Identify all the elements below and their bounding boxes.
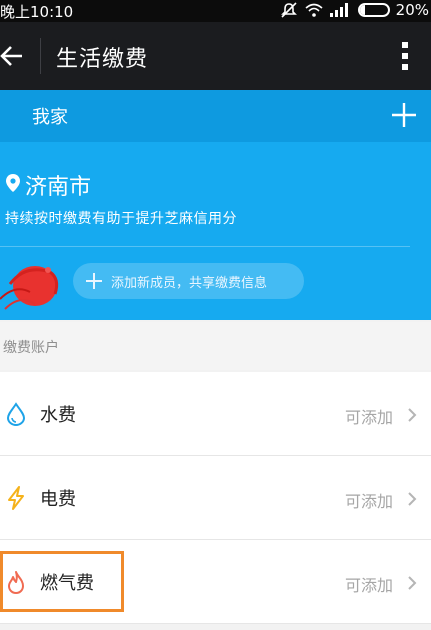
account-row-electric[interactable]: 电费 可添加 — [0, 456, 431, 540]
account-action[interactable]: 可添加 — [345, 404, 393, 428]
add-member-button[interactable]: 添加新成员，共享缴费信息 — [73, 263, 304, 299]
section-label: 缴费账户 — [0, 322, 431, 370]
flame-icon — [8, 571, 24, 594]
toolbar-divider — [40, 38, 41, 74]
page-title: 生活缴费 — [56, 47, 149, 72]
plus-icon — [86, 273, 102, 289]
status-time: 晚上10:10 — [0, 3, 74, 21]
home-header: 我家 — [0, 90, 431, 142]
account-label: 水费 — [40, 405, 76, 426]
chevron-right-icon — [408, 492, 417, 506]
mute-icon — [280, 2, 297, 18]
wifi-icon — [305, 3, 323, 17]
status-bar: 晚上10:10 20% — [0, 0, 431, 22]
vertical-dots-icon[interactable] — [401, 40, 409, 72]
account-label: 电费 — [40, 489, 76, 510]
chevron-right-icon — [408, 408, 417, 422]
arrow-left-icon[interactable] — [0, 40, 26, 72]
account-label: 燃气费 — [40, 573, 94, 594]
lightning-icon — [8, 486, 24, 510]
status-icons: 20% — [280, 1, 429, 19]
battery-icon — [357, 3, 390, 17]
account-list: 水费 可添加 电费 可添加 燃气费 可添加 — [0, 372, 431, 624]
account-action[interactable]: 可添加 — [345, 488, 393, 512]
battery-percent: 20% — [395, 1, 429, 19]
plus-icon[interactable] — [391, 102, 417, 128]
home-name[interactable]: 我家 — [32, 103, 68, 129]
account-action[interactable]: 可添加 — [345, 572, 393, 596]
city-name[interactable]: 济南市 — [25, 169, 91, 201]
signal-icon — [329, 3, 348, 17]
avatar[interactable] — [0, 254, 70, 316]
water-drop-icon — [6, 402, 26, 426]
account-row-gas[interactable]: 燃气费 可添加 — [0, 540, 431, 624]
account-row-water[interactable]: 水费 可添加 — [0, 372, 431, 456]
city-card: 济南市 持续按时缴费有助于提升芝麻信用分 添加新成员，共享缴费信息 — [0, 142, 431, 320]
credit-tip: 持续按时缴费有助于提升芝麻信用分 — [5, 211, 237, 227]
add-member-label: 添加新成员，共享缴费信息 — [111, 275, 268, 291]
location-pin-icon — [6, 174, 20, 192]
card-divider — [0, 246, 410, 247]
chevron-right-icon — [408, 576, 417, 590]
app-toolbar: 生活缴费 — [0, 22, 431, 90]
